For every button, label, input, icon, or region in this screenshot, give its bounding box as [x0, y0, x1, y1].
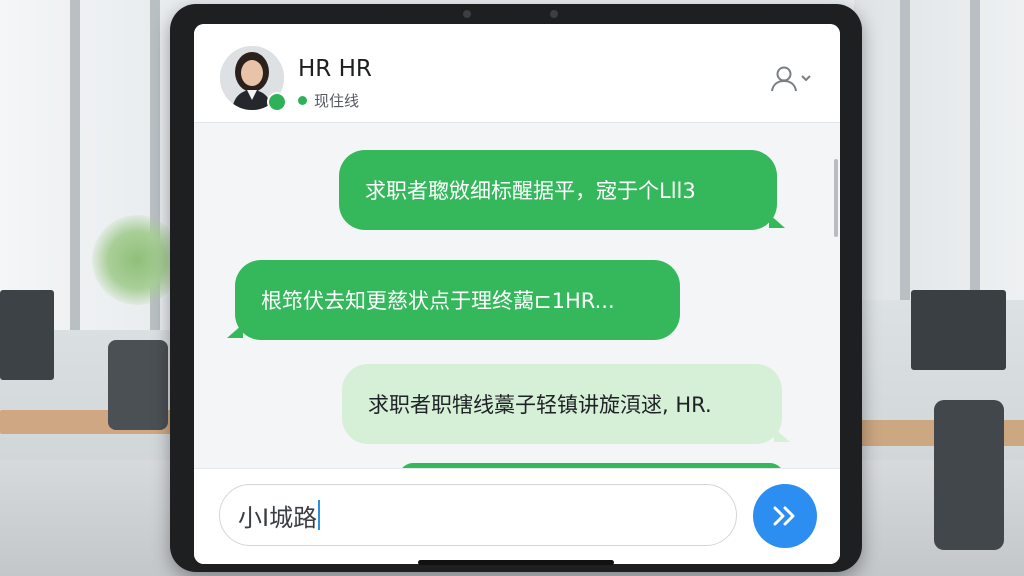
bubble-tail	[227, 324, 243, 338]
scrollbar[interactable]	[834, 159, 838, 237]
contact-status: 现住线	[298, 90, 359, 111]
send-button[interactable]	[753, 484, 817, 548]
scene: HR HR 现住线 求职者聦敓细标醒据平，宼于个Lll3 根筇伏去知更慈状点于理…	[0, 0, 1024, 576]
contact-name: HR HR	[298, 56, 372, 82]
background-monitor	[911, 290, 1006, 370]
home-indicator	[418, 560, 614, 565]
online-indicator	[267, 92, 287, 112]
background-chair	[934, 400, 1004, 550]
message-text: 求职者聦敓细标醒据平，宼于个Lll3	[365, 179, 696, 203]
message-list[interactable]: 求职者聦敓细标醒据平，宼于个Lll3 根筇伏去知更慈状点于理终藹⊏1HR... …	[194, 123, 840, 468]
message-text: 求职者职犗线藁子轻镇讲旋湏逑, HR.	[368, 393, 712, 417]
profile-menu-button[interactable]	[768, 62, 816, 96]
message-input-text: 小I城路	[238, 503, 318, 532]
camera	[550, 10, 558, 18]
message-bubble-sent[interactable]: 求职者聦敓细标醒据平，宼于个Lll3	[339, 150, 785, 230]
text-caret	[318, 500, 321, 530]
status-dot-icon	[298, 96, 307, 105]
chat-screen: HR HR 现住线 求职者聦敓细标醒据平，宼于个Lll3 根筇伏去知更慈状点于理…	[194, 24, 840, 564]
message-bubble-sent[interactable]: 求职者职犗线藁子轻镇讲旋湏逑, HR.	[342, 364, 790, 444]
background-window-frame	[900, 0, 910, 300]
status-text: 现住线	[314, 92, 360, 110]
message-text: 根筇伏去知更慈状点于理终藹⊏1HR...	[261, 289, 615, 313]
camera	[463, 10, 471, 18]
background-window	[854, 0, 1024, 300]
bubble-tail	[774, 428, 790, 442]
message-bubble-received[interactable]: 根筇伏去知更慈状点于理终藹⊏1HR...	[227, 260, 680, 340]
background-plant	[92, 215, 182, 305]
tablet-device: HR HR 现住线 求职者聦敓细标醒据平，宼于个Lll3 根筇伏去知更慈状点于理…	[170, 4, 862, 572]
background-window-frame	[70, 0, 80, 330]
background-window-frame	[970, 0, 980, 300]
background-chair	[108, 340, 168, 430]
composer-bar: 小I城路	[194, 468, 840, 564]
double-chevron-right-icon	[773, 506, 795, 526]
person-chevron-icon	[771, 66, 811, 92]
background-monitor	[0, 290, 54, 380]
message-input[interactable]: 小I城路	[219, 484, 737, 546]
bubble-tail	[769, 214, 785, 228]
chat-header: HR HR 现住线	[194, 24, 840, 123]
